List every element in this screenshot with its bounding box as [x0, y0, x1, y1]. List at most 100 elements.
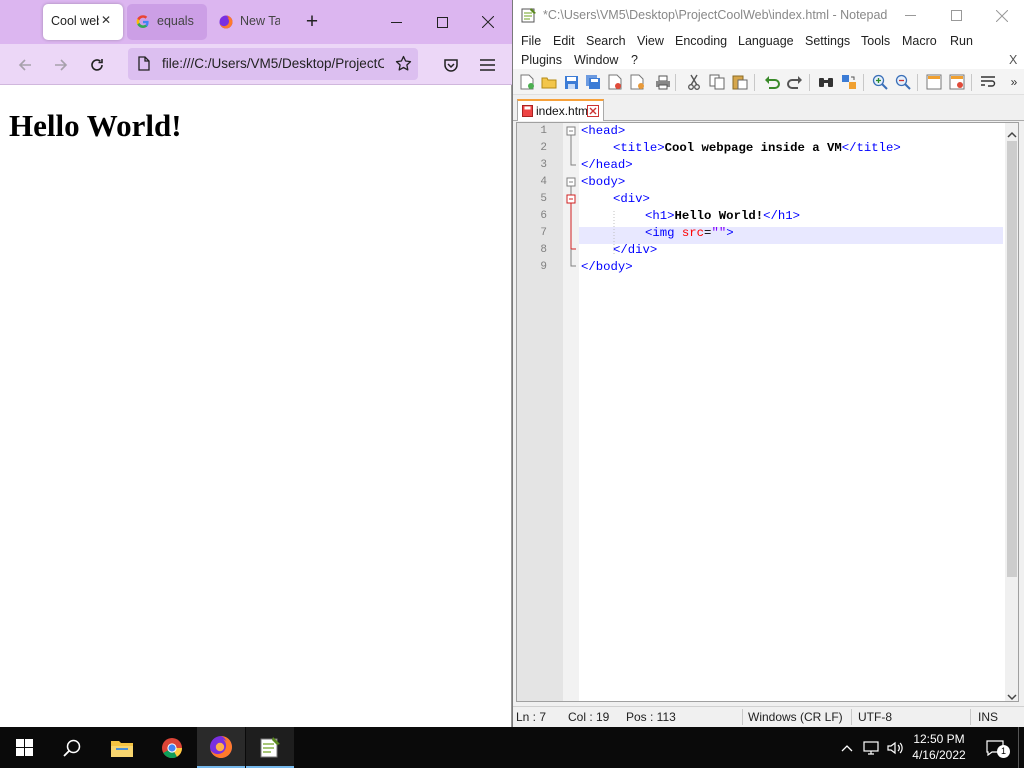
firefox-tab-strip: Cool webpage inside a VM ✕ equals — [0, 0, 512, 44]
reload-button[interactable] — [82, 50, 112, 80]
menu-language[interactable]: Language — [738, 34, 794, 48]
taskbar-notepad-plus-plus[interactable] — [246, 727, 294, 768]
new-tab-button[interactable]: + — [291, 4, 333, 40]
toolbar-overflow-icon[interactable]: » — [1007, 73, 1021, 91]
menu-view[interactable]: View — [637, 34, 664, 48]
paste-icon[interactable] — [731, 73, 749, 91]
status-encoding[interactable]: UTF-8 — [858, 710, 892, 724]
folder-icon — [111, 740, 133, 757]
pocket-button[interactable] — [436, 50, 466, 80]
npp-minimize-button[interactable] — [887, 0, 933, 31]
taskbar-chrome[interactable] — [148, 727, 196, 768]
status-column: Col : 19 — [568, 710, 610, 724]
code-token: </title> — [841, 141, 901, 155]
menu-edit[interactable]: Edit — [553, 34, 575, 48]
menu-help[interactable]: ? — [631, 53, 638, 67]
notification-center-button[interactable]: 1 — [980, 727, 1010, 768]
taskbar-firefox[interactable] — [197, 727, 245, 768]
taskbar-file-explorer[interactable] — [98, 727, 146, 768]
bookmark-star-icon[interactable] — [395, 55, 412, 77]
word-wrap-icon[interactable] — [979, 73, 997, 91]
back-button[interactable] — [10, 50, 40, 80]
url-bar[interactable]: file:///C:/Users/VM5/Desktop/ProjectCool… — [128, 48, 418, 80]
npp-close-button[interactable] — [979, 0, 1024, 31]
menu-tools[interactable]: Tools — [861, 34, 890, 48]
start-button[interactable] — [0, 727, 48, 768]
show-desktop-strip[interactable] — [1018, 727, 1024, 768]
forward-button[interactable] — [46, 50, 76, 80]
find-icon[interactable] — [817, 73, 835, 91]
sync-scroll-horizontal-icon[interactable] — [948, 73, 966, 91]
volume-icon[interactable] — [884, 727, 906, 768]
close-window-button[interactable] — [465, 4, 511, 40]
npp-menu-bar: File Edit Search View Encoding Language … — [513, 31, 1024, 69]
menu-macro[interactable]: Macro — [902, 34, 937, 48]
menu-settings[interactable]: Settings — [805, 34, 850, 48]
search-icon — [63, 739, 81, 757]
network-icon[interactable] — [860, 727, 882, 768]
menu-encoding[interactable]: Encoding — [675, 34, 727, 48]
menu-plugins[interactable]: Plugins — [521, 53, 562, 67]
code-editor[interactable]: 1 2 3 4 5 6 7 8 9 <head> <title>Cool web… — [516, 122, 1019, 702]
url-text: file:///C:/Users/VM5/Desktop/ProjectCool… — [162, 56, 384, 71]
print-icon[interactable] — [654, 73, 672, 91]
maximize-icon — [436, 16, 448, 28]
firefox-nav-toolbar: file:///C:/Users/VM5/Desktop/ProjectCool… — [0, 44, 512, 85]
cut-icon[interactable] — [685, 73, 703, 91]
menu-search[interactable]: Search — [586, 34, 626, 48]
menu-button[interactable] — [472, 50, 502, 80]
close-file-icon[interactable] — [606, 73, 624, 91]
firefox-window: Cool webpage inside a VM ✕ equals — [0, 0, 512, 727]
page-heading: Hello World! — [9, 108, 182, 143]
clock-time: 12:50 PM — [913, 732, 965, 746]
save-icon[interactable] — [562, 73, 580, 91]
undo-icon[interactable] — [763, 73, 781, 91]
document-tab-index-html[interactable]: index.html — [517, 99, 604, 121]
close-document-tab-icon[interactable] — [587, 105, 599, 120]
toolbar-separator — [971, 74, 972, 91]
replace-icon[interactable] — [840, 73, 858, 91]
minimize-button[interactable] — [373, 4, 419, 40]
search-button[interactable] — [48, 727, 96, 768]
tab-new-tab[interactable]: New Tab — [211, 4, 283, 40]
firefox-icon — [210, 735, 233, 758]
chrome-icon — [162, 737, 183, 758]
taskbar-clock[interactable]: 12:50 PM 4/16/2022 — [905, 731, 973, 763]
minimize-icon — [390, 21, 402, 23]
tab-equals[interactable]: equals — [127, 4, 207, 40]
tab-cool-webpage[interactable]: Cool webpage inside a VM ✕ — [43, 4, 123, 40]
indent-guides — [517, 123, 817, 283]
close-all-icon[interactable] — [628, 73, 646, 91]
redo-icon[interactable] — [786, 73, 804, 91]
maximize-icon — [950, 10, 962, 21]
menu-run[interactable]: Run — [950, 34, 973, 48]
close-icon — [482, 16, 494, 28]
scroll-down-icon[interactable] — [1007, 688, 1017, 701]
close-tab-icon[interactable]: ✕ — [101, 13, 111, 27]
toolbar-separator — [754, 74, 755, 91]
close-document-x[interactable]: X — [1009, 53, 1017, 67]
document-tab-label: index.html — [536, 104, 591, 118]
maximize-button[interactable] — [419, 4, 465, 40]
npp-toolbar: » — [513, 69, 1024, 95]
menu-window[interactable]: Window — [574, 53, 618, 67]
status-eol[interactable]: Windows (CR LF) — [748, 710, 843, 724]
sync-scroll-vertical-icon[interactable] — [925, 73, 943, 91]
toolbar-separator — [917, 74, 918, 91]
new-file-icon[interactable] — [518, 73, 536, 91]
vertical-scrollbar[interactable] — [1005, 123, 1018, 701]
zoom-in-icon[interactable] — [871, 73, 889, 91]
save-all-icon[interactable] — [584, 73, 602, 91]
status-position: Pos : 113 — [626, 710, 676, 724]
show-hidden-icons-chevron-icon[interactable] — [838, 727, 856, 768]
npp-maximize-button[interactable] — [933, 0, 979, 31]
open-file-icon[interactable] — [540, 73, 558, 91]
web-page-content: Hello World! — [0, 86, 511, 727]
status-insert-mode[interactable]: INS — [978, 710, 998, 724]
scrollbar-thumb[interactable] — [1007, 141, 1017, 577]
menu-file[interactable]: File — [521, 34, 541, 48]
status-separator — [970, 709, 971, 725]
npp-document-tabs: index.html — [513, 96, 1024, 121]
copy-icon[interactable] — [708, 73, 726, 91]
zoom-out-icon[interactable] — [894, 73, 912, 91]
